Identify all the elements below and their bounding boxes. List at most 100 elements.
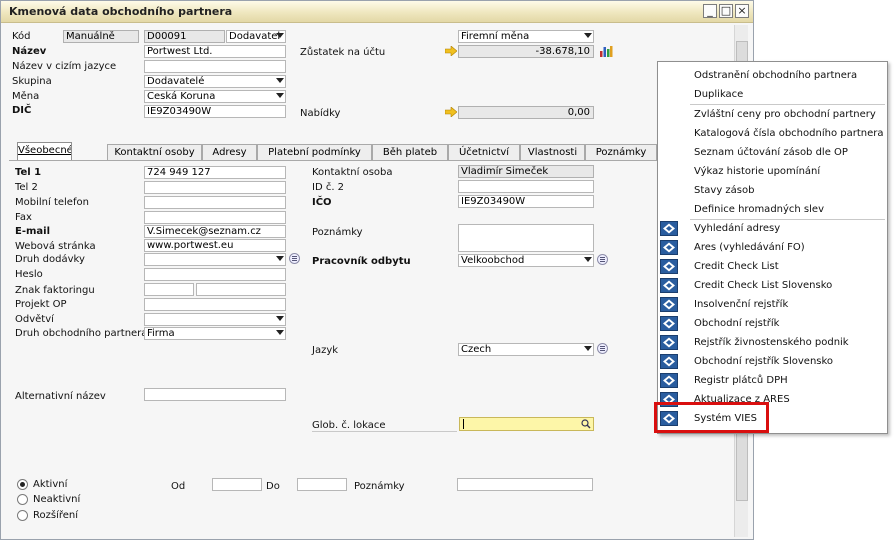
close-button[interactable]: × [735, 4, 749, 18]
code-field[interactable]: D00091 [144, 30, 225, 43]
tab-ucetnictvi[interactable]: Účetnictví [448, 144, 520, 160]
menu-item[interactable]: Odstranění obchodního partnera [658, 66, 887, 85]
menu-item[interactable]: Zvláštní ceny pro obchodní partnery [658, 105, 887, 124]
menu-item[interactable]: Obchodní rejstřík [658, 314, 887, 333]
contact-person-field[interactable]: Vladimír Šimeček [458, 165, 594, 178]
menu-item[interactable]: Obchodní rejstřík Slovensko [658, 352, 887, 371]
menu-item[interactable]: Registr plátců DPH [658, 371, 887, 390]
chevron-down-icon [584, 257, 592, 262]
addon-icon [660, 373, 678, 388]
title-bar[interactable]: Kmenová data obchodního partnera _ □ × [1, 1, 753, 23]
factoring-field[interactable] [144, 283, 194, 296]
language-select[interactable]: Czech [458, 343, 594, 356]
tab-vlastnosti[interactable]: Vlastnosti [520, 144, 585, 160]
project-field[interactable] [144, 298, 286, 311]
active-radio[interactable] [17, 479, 28, 490]
mena-label: Měna [12, 91, 40, 102]
restore-button[interactable]: □ [719, 4, 733, 18]
menu-item[interactable]: Vyhledání adresy [658, 219, 887, 238]
addon-icon [660, 240, 678, 255]
numbering-series-field[interactable]: Manuálně [63, 30, 139, 43]
list-icon[interactable] [597, 254, 608, 265]
alt-name-field[interactable] [144, 388, 286, 401]
id2-label: ID č. 2 [312, 182, 345, 193]
menu-item[interactable]: Rejstřík živnostenského podnik [658, 333, 887, 352]
menu-item[interactable]: Výkaz historie upomínání [658, 162, 887, 181]
password-label: Heslo [15, 269, 43, 280]
skupina-select[interactable]: Dodavatelé [144, 75, 286, 88]
menu-item[interactable]: Credit Check List [658, 257, 887, 276]
shipping-select[interactable] [144, 253, 286, 266]
extended-label: Rozšíření [33, 510, 79, 521]
currency-select[interactable]: Firemní měna [458, 30, 594, 43]
offers-value: 0,00 [567, 107, 590, 118]
tab-beh-plateb[interactable]: Běh plateb [372, 144, 448, 160]
tel1-field[interactable]: 724 949 127 [144, 166, 286, 179]
alt-name-label: Alternativní název [15, 391, 106, 402]
dic-label: DIČ [12, 105, 32, 116]
mobile-field[interactable] [144, 196, 286, 209]
list-icon[interactable] [289, 253, 300, 264]
menu-item[interactable]: Stavy zásob [658, 181, 887, 200]
contact-person-value: Vladimír Šimeček [461, 166, 549, 177]
tab-platebni-podminky[interactable]: Platební podmínky [257, 144, 372, 160]
glob-field[interactable] [459, 417, 594, 431]
list-icon[interactable] [597, 343, 608, 354]
menu-item[interactable]: Definice hromadných slev [658, 200, 887, 219]
addon-icon [660, 297, 678, 312]
foreign-name-label: Název v cizím jazyce [12, 61, 117, 72]
fax-field[interactable] [144, 211, 286, 224]
menu-item-label: Insolvenční rejstřík [694, 299, 789, 310]
menu-item[interactable]: Katalogová čísla obchodního partnera [658, 124, 887, 143]
bar-chart-icon[interactable] [599, 45, 613, 58]
window-title: Kmenová data obchodního partnera [9, 5, 233, 18]
id2-field[interactable] [458, 180, 594, 193]
chevron-down-icon [584, 33, 592, 38]
mena-select[interactable]: Česká Koruna [144, 90, 286, 103]
addon-icon [660, 221, 678, 236]
extended-radio[interactable] [17, 510, 28, 521]
factoring-field-2[interactable] [196, 283, 286, 296]
kod-label: Kód [12, 31, 31, 42]
partner-kind-label: Druh obchodního partnera [15, 328, 148, 339]
tab-adresy[interactable]: Adresy [202, 144, 257, 160]
tab-kontaktni-osoby[interactable]: Kontaktní osoby [107, 144, 202, 160]
menu-item-label: Výkaz historie upomínání [694, 166, 821, 177]
skupina-value: Dodavatelé [147, 76, 205, 87]
nazev-field[interactable]: Portwest Ltd. [144, 45, 286, 58]
tab-poznamky[interactable]: Poznámky [585, 144, 657, 160]
search-icon[interactable] [581, 419, 591, 429]
minimize-button[interactable]: _ [703, 4, 717, 18]
password-field[interactable] [144, 268, 286, 281]
text-cursor [463, 419, 464, 429]
web-label: Webová stránka [15, 241, 96, 252]
status-notes-field[interactable] [457, 478, 593, 491]
menu-item-label: Vyhledání adresy [694, 223, 781, 234]
notes-textarea[interactable] [458, 224, 594, 252]
to-field[interactable] [297, 478, 347, 491]
menu-item[interactable]: Credit Check List Slovensko [658, 276, 887, 295]
menu-item-label: Ares (vyhledávání FO) [694, 242, 805, 253]
industry-select[interactable] [144, 313, 286, 326]
menu-item[interactable]: Ares (vyhledávání FO) [658, 238, 887, 257]
partner-kind-select[interactable]: Firma [144, 327, 286, 340]
web-field[interactable]: www.portwest.eu [144, 239, 286, 252]
employee-select[interactable]: Velkoobchod [458, 254, 594, 267]
tab-vseobecne[interactable]: Všeobecné [17, 142, 72, 161]
status-notes-label: Poznámky [354, 481, 405, 492]
link-arrow-icon[interactable] [445, 107, 457, 117]
link-arrow-icon[interactable] [445, 46, 457, 56]
email-field[interactable]: V.Simecek@seznam.cz [144, 225, 286, 238]
language-label: Jazyk [312, 345, 339, 356]
menu-item[interactable]: Seznam účtování zásob dle OP [658, 143, 887, 162]
ico-field[interactable]: IE9Z03490W [458, 195, 594, 208]
inactive-radio[interactable] [17, 494, 28, 505]
partner-type-select[interactable]: Dodavatel [226, 30, 286, 43]
foreign-name-field[interactable] [144, 60, 286, 73]
tel2-field[interactable] [144, 181, 286, 194]
business-partner-window: Kmenová data obchodního partnera _ □ × K… [0, 0, 754, 540]
dic-field[interactable]: IE9Z03490W [144, 105, 286, 118]
from-field[interactable] [212, 478, 262, 491]
menu-item[interactable]: Insolvenční rejstřík [658, 295, 887, 314]
menu-item[interactable]: Duplikace [658, 85, 887, 104]
